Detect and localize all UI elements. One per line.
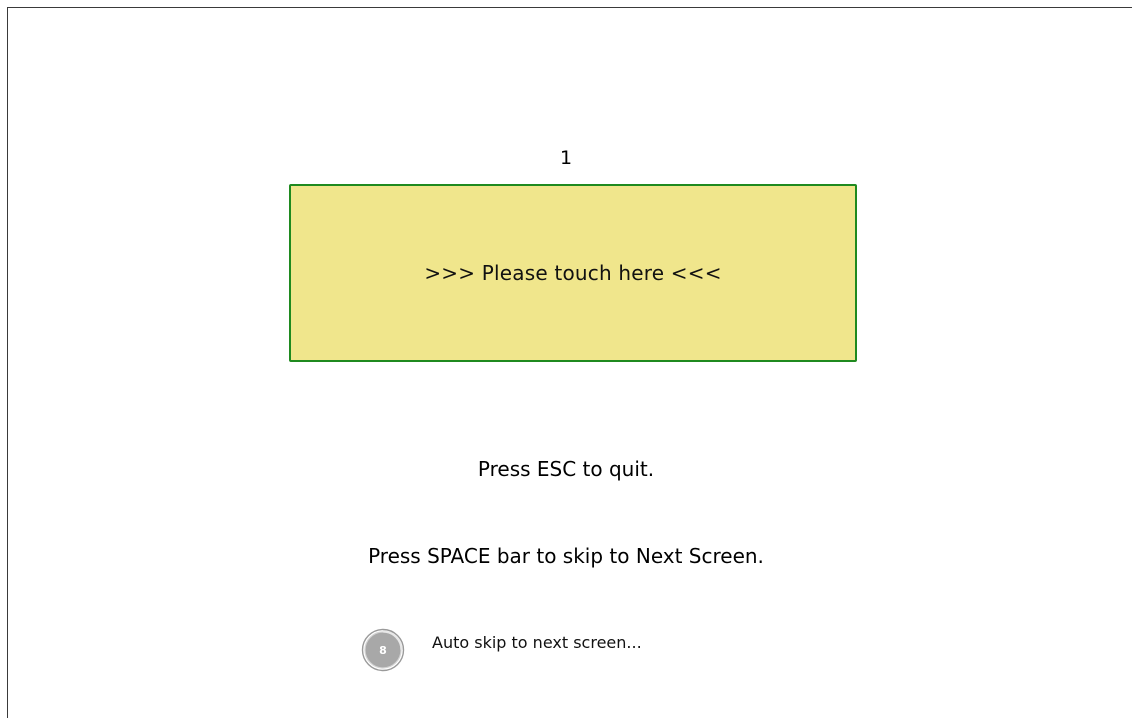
- countdown-number: 8: [379, 643, 387, 657]
- touch-target-button[interactable]: >>> Please touch here <<<: [289, 184, 857, 362]
- esc-instruction: Press ESC to quit.: [477, 457, 655, 481]
- circular-timer-icon: 8: [360, 627, 406, 673]
- auto-skip-indicator: 8 Auto skip to next screen...: [360, 626, 642, 674]
- screen-frame: [7, 7, 1132, 718]
- screen-number: 1: [559, 147, 573, 169]
- auto-skip-label: Auto skip to next screen...: [432, 633, 642, 652]
- touch-target-label: >>> Please touch here <<<: [424, 261, 722, 285]
- space-instruction: Press SPACE bar to skip to Next Screen.: [368, 544, 764, 568]
